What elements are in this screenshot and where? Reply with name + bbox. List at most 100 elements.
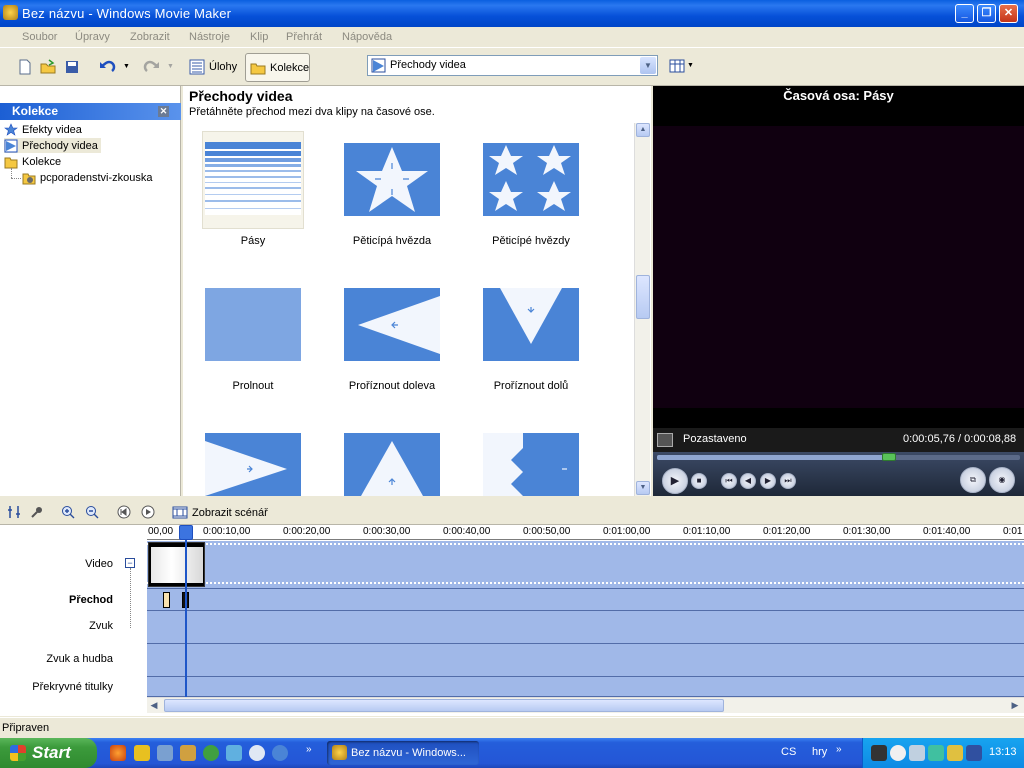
detach-preview-icon[interactable] — [657, 433, 673, 447]
scroll-right-icon[interactable]: ▶ — [1008, 698, 1022, 712]
cut-left-transition-icon[interactable] — [344, 288, 440, 361]
status-bar: Připraven — [0, 717, 1024, 738]
take-picture-button[interactable]: ◉ — [989, 467, 1015, 493]
star-transition-icon[interactable] — [344, 143, 440, 216]
clock[interactable]: 13:13 — [989, 746, 1017, 758]
scroll-thumb[interactable] — [636, 275, 650, 319]
language-indicator[interactable]: CS — [781, 746, 796, 758]
tasks-button[interactable]: Úlohy — [189, 59, 237, 75]
scroll-left-icon[interactable]: ◀ — [147, 698, 161, 712]
undo-icon[interactable] — [98, 58, 116, 76]
redo-dropdown-icon[interactable]: ▼ — [167, 63, 174, 70]
firefox-icon[interactable] — [110, 745, 126, 761]
track-label-transition: Přechod — [68, 594, 113, 606]
start-button[interactable]: Start — [0, 738, 97, 768]
cut-down-transition-icon[interactable] — [483, 288, 579, 361]
play-timeline-icon[interactable] — [141, 505, 155, 519]
collection-selector[interactable]: Přechody videa ▼ — [367, 55, 658, 76]
scroll-up-icon[interactable]: ▲ — [636, 123, 650, 137]
quick-launch-icon[interactable] — [226, 745, 242, 761]
forward-button[interactable]: ▶ — [760, 473, 776, 489]
audio-music-track[interactable] — [147, 644, 1024, 677]
stars-transition-icon[interactable] — [483, 143, 579, 216]
zigzag-transition-icon[interactable] — [483, 433, 579, 496]
collapse-track-icon[interactable]: − — [125, 558, 135, 568]
rewind-button[interactable]: ◀ — [740, 473, 756, 489]
content-scrollbar[interactable]: ▲ ▼ — [634, 123, 650, 496]
zoom-in-icon[interactable] — [61, 505, 75, 519]
content-title: Přechody videa — [189, 88, 293, 104]
video-clip[interactable] — [148, 542, 205, 587]
timeline-ruler[interactable]: 00,00 0:00:10,00 0:00:20,00 0:00:30,00 0… — [147, 525, 1024, 540]
split-clip-button[interactable]: ⧉ — [960, 467, 986, 493]
next-frame-button[interactable]: ⏭ — [780, 473, 796, 489]
redo-icon[interactable] — [143, 58, 161, 76]
cut-up-transition-icon[interactable] — [344, 433, 440, 496]
previous-frame-button[interactable]: ⏮ — [721, 473, 737, 489]
open-project-icon[interactable] — [39, 58, 57, 76]
title-overlay-track[interactable] — [147, 677, 1024, 697]
tray-icon[interactable] — [947, 745, 963, 761]
video-track[interactable] — [147, 541, 1024, 589]
scroll-thumb[interactable] — [164, 699, 724, 712]
zoom-out-icon[interactable] — [85, 505, 99, 519]
tree-item-video-transitions[interactable]: Přechody videa — [4, 138, 101, 153]
thumbnail-view-icon — [669, 59, 685, 73]
more-toolbar-icon[interactable]: » — [836, 744, 842, 755]
play-button[interactable]: ▶ — [662, 468, 688, 494]
set-audio-levels-icon[interactable] — [7, 505, 21, 519]
audio-track[interactable] — [147, 611, 1024, 644]
playhead-handle[interactable] — [179, 525, 193, 540]
chat-icon[interactable] — [249, 745, 265, 761]
view-options-button[interactable]: ▼ — [669, 59, 695, 77]
new-project-icon[interactable] — [16, 58, 34, 76]
games-toolbar-label[interactable]: hry — [812, 746, 827, 758]
quick-launch-icon[interactable] — [180, 745, 196, 761]
internet-explorer-icon[interactable] — [272, 745, 288, 761]
save-project-icon[interactable] — [63, 58, 81, 76]
chevron-down-icon[interactable]: ▼ — [640, 57, 656, 74]
fade-transition-icon[interactable] — [205, 288, 301, 361]
quick-launch-icon[interactable] — [203, 745, 219, 761]
menu-edit[interactable]: Úpravy — [75, 31, 110, 43]
security-shield-icon[interactable] — [966, 745, 982, 761]
close-button[interactable]: ✕ — [999, 4, 1018, 23]
transition-label: Proříznout doleva — [348, 380, 436, 392]
tray-icon[interactable] — [871, 745, 887, 761]
tree-item-collections[interactable]: Kolekce — [4, 154, 61, 169]
more-quick-launch-icon[interactable]: » — [306, 744, 312, 755]
title-bar[interactable]: Bez názvu - Windows Movie Maker _ ❐ ✕ — [0, 0, 1024, 27]
narrate-timeline-icon[interactable] — [30, 505, 44, 519]
menu-view[interactable]: Zobrazit — [130, 31, 170, 43]
tree-item-video-effects[interactable]: Efekty videa — [4, 122, 82, 137]
restore-button[interactable]: ❐ — [977, 4, 996, 23]
quick-launch-icon[interactable] — [157, 745, 173, 761]
close-panel-icon[interactable]: ✕ — [158, 106, 169, 117]
collections-button[interactable]: Kolekce — [245, 53, 310, 82]
rewind-timeline-icon[interactable] — [117, 505, 131, 519]
menu-clip[interactable]: Klip — [250, 31, 268, 43]
messenger-icon[interactable] — [134, 745, 150, 761]
menu-play[interactable]: Přehrát — [286, 31, 322, 43]
undo-dropdown-icon[interactable]: ▼ — [123, 63, 130, 70]
minimize-button[interactable]: _ — [955, 4, 974, 23]
menu-tools[interactable]: Nástroje — [189, 31, 230, 43]
tree-item-pcporadenstvi[interactable]: pcporadenstvi-zkouska — [22, 170, 153, 185]
menu-help[interactable]: Nápověda — [342, 31, 392, 43]
scroll-down-icon[interactable]: ▼ — [636, 481, 650, 495]
transition-track[interactable] — [147, 589, 1024, 611]
tray-icon[interactable] — [928, 745, 944, 761]
movie-maker-app-icon[interactable] — [3, 5, 18, 20]
tray-icon[interactable] — [890, 745, 906, 761]
stop-button[interactable]: ■ — [691, 473, 707, 489]
transition-marker[interactable] — [163, 592, 170, 608]
seek-thumb[interactable] — [882, 453, 897, 461]
cut-right-transition-icon[interactable] — [205, 433, 301, 496]
bars-transition-icon[interactable] — [205, 142, 301, 215]
seek-bar[interactable] — [657, 453, 1020, 461]
timeline-scrollbar[interactable]: ◀ ▶ — [147, 697, 1024, 713]
taskbar-item-movie-maker[interactable]: Bez názvu - Windows... — [327, 741, 479, 765]
show-storyboard-button[interactable]: Zobrazit scénář — [172, 506, 268, 519]
menu-file[interactable]: Soubor — [22, 31, 57, 43]
network-icon[interactable] — [909, 745, 925, 761]
